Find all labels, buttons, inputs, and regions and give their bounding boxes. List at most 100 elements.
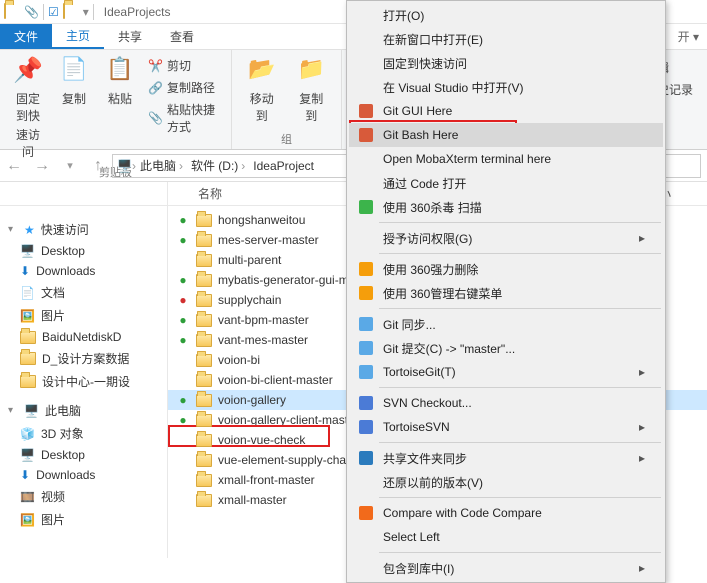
copy-to-button[interactable]: 📁 复制到 — [290, 54, 334, 126]
context-menu-item[interactable]: TortoiseGit(T)▸ — [349, 360, 663, 384]
nav-recent-dropdown[interactable]: ▾ — [56, 159, 84, 172]
cut-button[interactable]: ✂️剪切 — [146, 56, 223, 75]
context-menu-item[interactable]: Git 提交(C) -> "master"... — [349, 336, 663, 360]
file-name: vant-bpm-master — [218, 313, 309, 327]
nav-design-center[interactable]: 设计中心-一期设 — [0, 370, 167, 393]
overlay-none: · — [176, 433, 190, 447]
context-menu-label: 授予访问权限(G) — [377, 230, 639, 247]
tab-share[interactable]: 共享 — [104, 24, 156, 49]
nav-this-pc[interactable]: ▾🖥️此电脑 — [0, 399, 167, 422]
file-name: xmall-front-master — [218, 473, 315, 487]
overlay-ok-icon: ● — [176, 393, 190, 407]
context-menu-label: Open MobaXterm terminal here — [377, 152, 645, 166]
move-to-button[interactable]: 📂 移动到 — [240, 54, 284, 126]
nav-quick-access[interactable]: ▾★快速访问 — [0, 218, 167, 241]
quick-access-toolbar-check-icon[interactable]: ☑ — [48, 5, 59, 19]
context-menu-item[interactable]: 包含到库中(I)▸ — [349, 556, 663, 580]
copy-path-button[interactable]: 🔗复制路径 — [146, 78, 223, 97]
window-title: IdeaProjects — [104, 5, 171, 19]
star-icon: ★ — [24, 223, 35, 237]
context-menu-item[interactable]: Select Left — [349, 525, 663, 549]
desktop-icon: 🖥️ — [20, 448, 35, 462]
nav-downloads2[interactable]: ⬇Downloads — [0, 465, 167, 485]
nav-desktop[interactable]: 🖥️Desktop — [0, 241, 167, 261]
folder-icon — [196, 274, 212, 287]
nav-desktop2[interactable]: 🖥️Desktop — [0, 445, 167, 465]
tab-home[interactable]: 主页 — [52, 24, 104, 49]
context-menu-item[interactable]: 还原以前的版本(V) — [349, 470, 663, 494]
context-menu-item[interactable]: 使用 360管理右键菜单 — [349, 281, 663, 305]
360-icon — [355, 200, 377, 214]
context-menu-item[interactable]: 通过 Code 打开 — [349, 171, 663, 195]
ribbon-right-open[interactable]: 开 ▾ — [678, 28, 699, 45]
download-icon: ⬇ — [20, 264, 30, 278]
overlay-none: · — [176, 373, 190, 387]
submenu-arrow-icon: ▸ — [639, 365, 645, 379]
context-menu-item[interactable]: 授予访问权限(G)▸ — [349, 226, 663, 250]
360o-icon — [355, 286, 377, 300]
tort-icon — [355, 365, 377, 379]
context-menu-item[interactable]: 固定到快速访问 — [349, 51, 663, 75]
breadcrumb-segment[interactable]: 此电脑› — [136, 157, 187, 174]
overlay-ok-icon: ● — [176, 233, 190, 247]
nav-documents[interactable]: 📄文档 — [0, 281, 167, 304]
desktop-icon: 🖥️ — [20, 244, 35, 258]
context-menu-item[interactable]: 使用 360强力删除 — [349, 257, 663, 281]
folder-icon — [196, 434, 212, 447]
nav-pictures[interactable]: 🖼️图片 — [0, 304, 167, 327]
tab-view[interactable]: 查看 — [156, 24, 208, 49]
nav-up-button[interactable]: ↑ — [84, 157, 112, 175]
context-menu-label: 在新窗口中打开(E) — [377, 31, 645, 48]
360o-icon — [355, 262, 377, 276]
breadcrumb-segment[interactable]: IdeaProject — [249, 159, 318, 173]
file-name: voion-bi — [218, 353, 260, 367]
overlay-ok-icon: ● — [176, 313, 190, 327]
context-menu-label: 固定到快速访问 — [377, 55, 645, 72]
nav-back-button[interactable]: ← — [0, 157, 28, 175]
folder-icon — [4, 4, 20, 20]
context-menu-item[interactable]: Git GUI Here — [349, 99, 663, 123]
folder-icon — [196, 474, 212, 487]
context-menu-item[interactable]: 打开(O) — [349, 3, 663, 27]
nav-videos[interactable]: 🎞️视频 — [0, 485, 167, 508]
copy-button[interactable]: 📄 复制 — [54, 54, 94, 109]
submenu-arrow-icon: ▸ — [639, 231, 645, 245]
tab-file[interactable]: 文件 — [0, 24, 52, 49]
qat-dropdown-icon[interactable]: ▾ — [83, 5, 89, 19]
context-menu-label: 还原以前的版本(V) — [377, 474, 645, 491]
nav-forward-button[interactable]: → — [28, 157, 56, 175]
overlay-ok-icon: ● — [176, 273, 190, 287]
paste-button[interactable]: 📋 粘贴 — [100, 54, 140, 109]
nav-downloads[interactable]: ⬇Downloads — [0, 261, 167, 281]
nav-3d-objects[interactable]: 🧊3D 对象 — [0, 422, 167, 445]
tort-icon — [355, 341, 377, 355]
context-menu-item[interactable]: 使用 360杀毒 扫描 — [349, 195, 663, 219]
context-menu-label: 在 Visual Studio 中打开(V) — [377, 79, 645, 96]
context-menu-item[interactable]: 共享文件夹同步▸ — [349, 446, 663, 470]
pin-icon: 📌 — [12, 56, 44, 88]
context-menu-separator — [379, 552, 661, 553]
pin-to-quick-access-button[interactable]: 📌 固定到快 速访问 — [8, 54, 48, 162]
context-menu-item[interactable]: Compare with Code Compare — [349, 501, 663, 525]
folder-icon — [196, 454, 212, 467]
context-menu-item[interactable]: Git Bash Here — [349, 123, 663, 147]
breadcrumb-segment[interactable]: 软件 (D:)› — [187, 157, 249, 174]
context-menu-item[interactable]: 在新窗口中打开(E) — [349, 27, 663, 51]
context-menu-label: Git 提交(C) -> "master"... — [377, 340, 645, 357]
context-menu-item[interactable]: Open MobaXterm terminal here — [349, 147, 663, 171]
context-menu-item[interactable]: Git 同步... — [349, 312, 663, 336]
context-menu-item[interactable]: 在 Visual Studio 中打开(V) — [349, 75, 663, 99]
context-menu-item[interactable]: TortoiseSVN▸ — [349, 415, 663, 439]
context-menu-label: 使用 360杀毒 扫描 — [377, 199, 645, 216]
svn-icon — [355, 396, 377, 410]
folder-icon — [20, 331, 36, 344]
paste-icon: 📋 — [104, 56, 136, 88]
nav-d-design[interactable]: D_设计方案数据 — [0, 347, 167, 370]
quick-access-toolbar-pin-icon[interactable]: 📎 — [24, 5, 39, 19]
paste-shortcut-button[interactable]: 📎粘贴快捷方式 — [146, 100, 223, 136]
nav-pictures2[interactable]: 🖼️图片 — [0, 508, 167, 531]
context-menu-label: Select Left — [377, 530, 645, 544]
file-name: voion-gallery-client-maste — [218, 413, 355, 427]
nav-baidu[interactable]: BaiduNetdiskD — [0, 327, 167, 347]
context-menu-item[interactable]: SVN Checkout... — [349, 391, 663, 415]
